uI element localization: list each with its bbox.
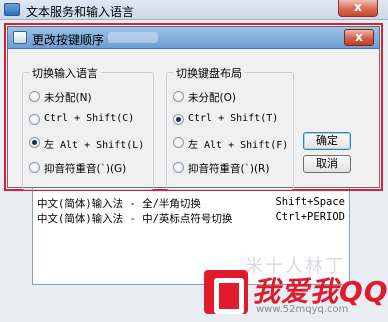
radio-button[interactable]: [29, 137, 40, 148]
hotkey-keys: Shift+Space: [275, 196, 345, 208]
keyboard-settings-icon: [4, 3, 20, 16]
background-title-bar: 文本服务和输入语言: [0, 0, 388, 20]
logo-mark-icon: [204, 270, 248, 314]
radio-button[interactable]: [173, 137, 184, 148]
switch-input-language-group: 切换输入语言 未分配(N) Ctrl + Shift(C) 左 Alt + Sh…: [22, 65, 154, 190]
cancel-button[interactable]: 取消: [303, 155, 351, 173]
change-key-sequence-dialog: 更改按键顺序 x 切换输入语言 未分配(N) Ctrl + Shift(C) 左…: [7, 26, 380, 190]
group-label: 切换键盘布局: [173, 65, 245, 81]
radio-label: 未分配(N): [44, 92, 92, 104]
ok-button[interactable]: 确定: [303, 132, 351, 150]
hotkey-action: 中文(简体)输入法 - 全/半角切换: [37, 198, 201, 210]
radio-label: 抑音符重音(`)(R): [188, 163, 270, 175]
group-label: 切换输入语言: [29, 65, 101, 81]
radio-button[interactable]: [29, 114, 40, 125]
radio-label: 左 Alt + Shift(F): [188, 140, 289, 151]
radio-label: 抑音符重音(`)(G): [44, 163, 127, 175]
radio-button[interactable]: [29, 162, 40, 173]
radio-button[interactable]: [29, 91, 40, 102]
dialog-title-bar[interactable]: 更改按键顺序 x: [8, 27, 379, 49]
radio-label: Ctrl + Shift(T): [188, 113, 279, 124]
switch-keyboard-layout-group: 切换键盘布局 未分配(O) Ctrl + Shift(T) 左 Alt + Sh…: [166, 65, 294, 190]
dialog-window-icon: [13, 31, 27, 44]
radio-button[interactable]: [173, 114, 184, 125]
radio-label: Ctrl + Shift(C): [44, 113, 135, 124]
radio-label: 未分配(O): [188, 92, 236, 104]
hotkey-action: 中文(简体)输入法 - 中/英标点符号切换: [37, 213, 233, 225]
background-window-title: 文本服务和输入语言: [26, 5, 135, 19]
radio-label: 左 Alt + Shift(L): [44, 140, 145, 151]
dialog-close-button[interactable]: x: [344, 29, 374, 46]
blurred-title-region: [108, 32, 158, 43]
logo-url: www.52mqyq.com: [256, 304, 349, 315]
radio-button[interactable]: [173, 91, 184, 102]
site-logo: 我爱我QQ www.52mqyq.com: [200, 268, 388, 320]
dialog-body: 切换输入语言 未分配(N) Ctrl + Shift(C) 左 Alt + Sh…: [8, 49, 379, 190]
hotkey-keys: Ctrl+PERIOD: [275, 211, 345, 223]
dialog-title: 更改按键顺序: [32, 33, 105, 47]
radio-button[interactable]: [173, 162, 184, 173]
background-close-button[interactable]: x: [338, 0, 378, 17]
